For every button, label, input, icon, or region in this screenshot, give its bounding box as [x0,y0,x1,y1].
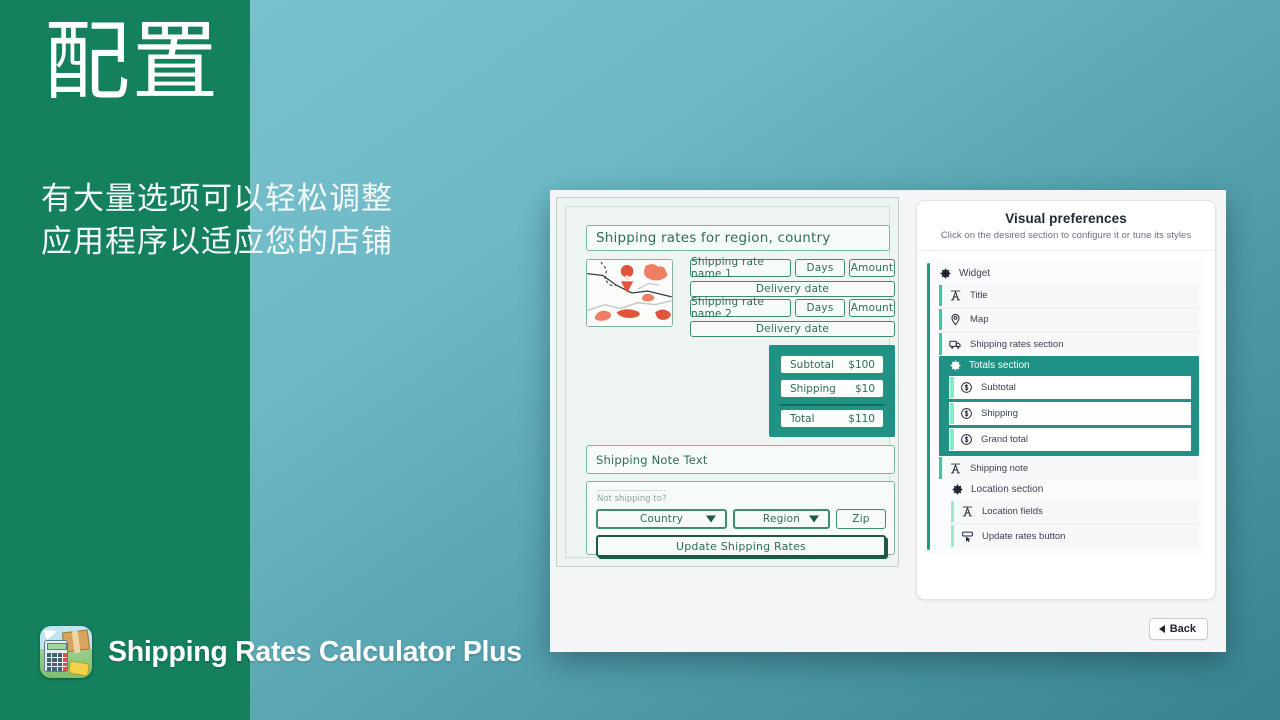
prefs-group-totals-section-label: Totals section [969,360,1030,371]
back-arrow-icon [1158,625,1165,633]
visual-preferences-title: Visual preferences [1005,211,1127,226]
preview-location-section[interactable]: Not shipping to? Country Region Zip Upda… [586,481,895,557]
prefs-group-widget-header[interactable]: Widget [927,264,1199,284]
prefs-group-widget-items: Title Map Shipping rates section [927,284,1199,356]
preview-subtotal-label: Subtotal [790,358,834,371]
back-button-label: Back [1169,623,1196,635]
preview-shipping-note[interactable]: Shipping Note Text [586,445,895,474]
dollar-circle-icon [961,382,972,393]
preview-title[interactable]: Shipping rates for region, country [586,225,890,251]
prefs-item-title[interactable]: Title [939,284,1199,308]
gear-icon [952,484,963,495]
preview-rate-2-delivery[interactable]: Delivery date [690,321,895,337]
preview-rate-2-days[interactable]: Days [795,299,845,317]
visual-preferences-subtitle: Click on the desired section to configur… [940,230,1192,241]
preview-total-label: Total [790,412,815,425]
brand-name: Shipping Rates Calculator Plus [108,635,522,668]
gear-icon [940,268,951,279]
prefs-group-location-section-header[interactable]: Location section [939,480,1199,500]
preview-total-value: $110 [848,412,875,425]
prefs-item-map-label: Map [970,314,989,325]
prefs-item-shipping[interactable]: Shipping [949,402,1191,425]
map-pin-icon [951,313,960,326]
prefs-group-totals-items: Subtotal Shipping Grand total [939,376,1199,451]
prefs-group-location-section-label: Location section [971,484,1044,495]
prefs-group-location-items: Location fields Update rates button [939,500,1199,548]
preview-location-label: Not shipping to? [597,490,667,504]
prefs-group-location-section: Location section Location fields Update … [939,480,1199,548]
truck-icon [949,340,961,349]
text-a-icon [950,290,961,301]
preview-rate-1-amount[interactable]: Amount [849,259,895,277]
preview-update-rates-button[interactable]: Update Shipping Rates [596,535,886,557]
prefs-item-shipping-label: Shipping [981,408,1018,419]
preview-shipping-value: $10 [854,382,875,395]
gear-icon [950,360,961,371]
preview-zip-input[interactable]: Zip [836,509,886,529]
prefs-item-shipping-note-label: Shipping note [970,462,1029,474]
prefs-item-grand-total-label: Grand total [981,434,1028,445]
text-a-icon [962,506,973,517]
preview-country-value: Country [639,513,684,525]
preview-shipping-row[interactable]: Shipping $10 [780,379,884,398]
preview-rate-1-days[interactable]: Days [795,259,845,277]
text-a-icon [950,463,961,473]
preview-country-select[interactable]: Country [596,509,727,529]
prefs-group-totals-section[interactable]: Totals section Subtotal Shipping Grand t… [939,356,1199,456]
dollar-circle-icon [961,434,972,445]
preview-map[interactable] [586,259,673,327]
preview-total-row[interactable]: Total $110 [780,409,884,428]
preview-region-select[interactable]: Region [733,509,830,529]
visual-preferences-header: Visual preferences Click on the desired … [917,201,1215,251]
subheadline: 有大量选项可以轻松调整 应用程序以适应您的店铺 [41,178,393,264]
prefs-item-update-rates-button[interactable]: Update rates button [951,524,1199,548]
preview-totals-section[interactable]: Subtotal $100 Shipping $10 Total $110 [769,345,895,437]
visual-preferences-panel: Visual preferences Click on the desired … [916,200,1216,600]
widget-preview-frame: Shipping rates for region, country Shipp… [565,206,895,558]
preview-rate-2-amount[interactable]: Amount [849,299,895,317]
prefs-group-totals-section-header[interactable]: Totals section [939,356,1199,376]
preview-rate-2-name[interactable]: Shipping rate name 2 [690,296,791,320]
prefs-item-grand-total[interactable]: Grand total [949,428,1191,451]
preview-rate-1-name[interactable]: Shipping rate name 1 [690,256,791,280]
prefs-item-shipping-rates-section-label: Shipping rates section [970,338,1064,350]
prefs-item-update-rates-button-label: Update rates button [982,530,1066,542]
chevron-down-icon [809,515,819,523]
prefs-item-title-label: Title [970,290,988,301]
widget-preview: Shipping rates for region, country Shipp… [556,197,899,567]
prefs-item-subtotal[interactable]: Subtotal [949,376,1191,399]
prefs-item-location-fields[interactable]: Location fields [951,500,1199,524]
preview-rate-1-delivery[interactable]: Delivery date [690,281,895,297]
prefs-item-shipping-note[interactable]: Shipping note [939,456,1199,480]
prefs-item-location-fields-label: Location fields [982,506,1043,517]
preview-subtotal-row[interactable]: Subtotal $100 [780,355,884,374]
subheadline-line-2: 应用程序以适应您的店铺 [41,223,393,260]
app-window: Shipping rates for region, country Shipp… [550,190,1226,652]
slide-stage: 配置 有大量选项可以轻松调整 应用程序以适应您的店铺 Shipping Rate… [0,0,1280,720]
subheadline-line-1: 有大量选项可以轻松调整 [41,181,393,217]
preview-region-value: Region [762,513,801,525]
click-button-icon [962,531,973,542]
preview-subtotal-value: $100 [848,358,875,371]
prefs-item-shipping-rates-section[interactable]: Shipping rates section [939,332,1199,356]
prefs-group-widget-label: Widget [959,268,991,279]
brand-lockup: Shipping Rates Calculator Plus [40,626,522,678]
prefs-shipping-note-wrap: Shipping note [927,456,1199,480]
prefs-item-map[interactable]: Map [939,308,1199,332]
prefs-item-subtotal-label: Subtotal [981,382,1016,393]
preview-totals-divider [780,404,884,406]
dollar-circle-icon [961,408,972,419]
prefs-group-widget: Widget Title Map Shipping rates section [927,264,1199,356]
page-title: 配置 [44,12,220,112]
preview-shipping-label: Shipping [790,382,836,395]
preferences-tree: Widget Title Map Shipping rates section … [927,259,1205,554]
back-button[interactable]: Back [1148,618,1208,640]
app-logo-icon [40,626,92,678]
chevron-down-icon [706,515,716,523]
map-sketch-icon [587,260,672,326]
